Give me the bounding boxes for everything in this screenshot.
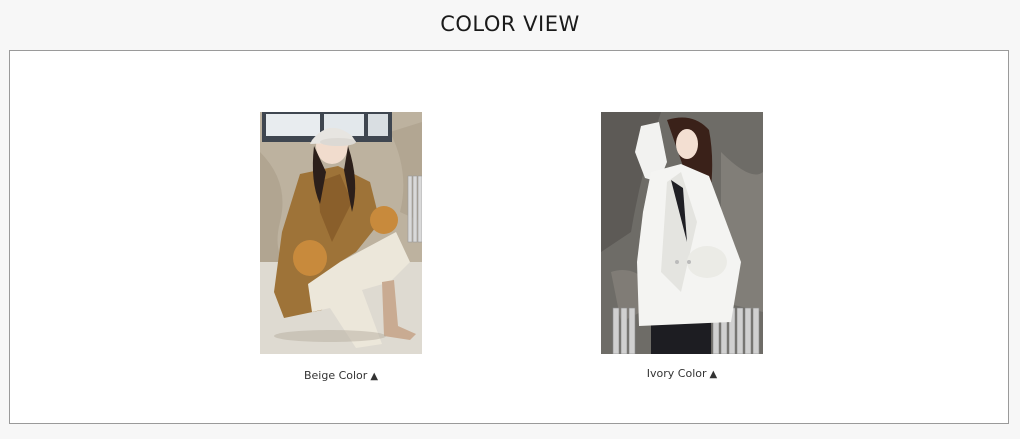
color-card-beige[interactable]: Beige Color ▲: [260, 112, 422, 382]
color-view-panel: Beige Color ▲ Ivory Color ▲: [9, 50, 1009, 424]
color-card-ivory[interactable]: Ivory Color ▲: [601, 112, 763, 380]
triangle-up-icon: ▲: [709, 369, 718, 380]
beige-color-label: Beige Color: [303, 369, 368, 382]
ivory-color-label: Ivory Color: [646, 367, 707, 380]
triangle-up-icon: ▲: [370, 371, 379, 382]
beige-model-photo[interactable]: [260, 112, 422, 354]
ivory-model-photo[interactable]: [601, 112, 763, 354]
page-title: COLOR VIEW: [440, 12, 580, 36]
ivory-color-caption[interactable]: Ivory Color ▲: [601, 367, 763, 380]
beige-color-caption[interactable]: Beige Color ▲: [260, 369, 422, 382]
